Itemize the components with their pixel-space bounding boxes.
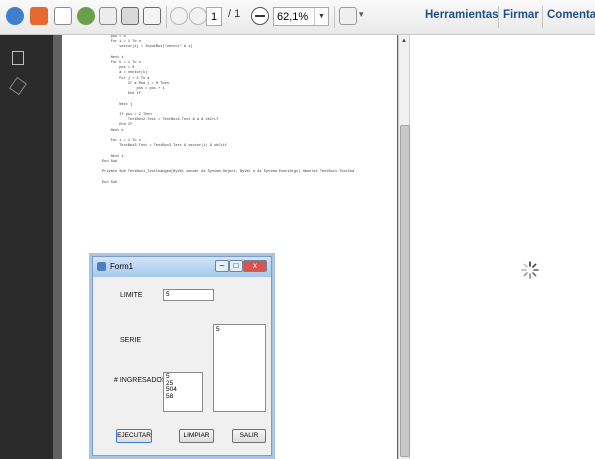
form-title-bar: Form1 – □ x [93, 257, 271, 277]
navigation-rail [0, 35, 53, 459]
scroll-up-icon[interactable]: ▲ [401, 38, 407, 44]
toolbar-menu-icon[interactable]: ▾ [359, 9, 364, 20]
maximize-icon: □ [229, 260, 243, 272]
minimize-icon: – [215, 260, 229, 272]
fit-page-icon[interactable] [339, 7, 357, 25]
tools-pane [411, 35, 595, 459]
form-title: Form1 [110, 262, 134, 271]
limite-label: LIMITE [120, 292, 143, 299]
limpiar-button: LIMPIAR [179, 429, 214, 443]
serie-label: SERIE [120, 337, 142, 344]
page-down-icon[interactable] [189, 7, 207, 25]
loading-spinner-icon [521, 261, 539, 279]
print-icon[interactable] [121, 7, 139, 25]
ingresados-label: # INGRESADOS [114, 377, 167, 384]
create-pdf-icon[interactable] [30, 7, 48, 25]
page-total: / 1 [228, 8, 241, 20]
limite-field: 5 [163, 289, 214, 301]
ejecutar-button: EJECUTAR [116, 429, 152, 443]
code-line: Private Sub TextBox1_TextChanged(ByVal s… [102, 170, 355, 175]
close-icon: x [243, 260, 267, 272]
toolbar: 1 / 1 62,1% ▼ ▾ Herramientas Firmar Come… [0, 0, 595, 35]
form-app-icon [97, 262, 106, 271]
zoom-value: 62,1% [277, 11, 309, 23]
zoom-select[interactable]: 62,1% ▼ [273, 7, 329, 26]
sign-link[interactable]: Firmar [503, 9, 539, 21]
back-icon[interactable] [6, 7, 24, 25]
share-icon[interactable] [77, 7, 95, 25]
page-up-icon[interactable] [170, 7, 188, 25]
tools-link[interactable]: Herramientas [425, 9, 499, 21]
code-line: End Sub [102, 180, 118, 185]
vertical-scrollbar[interactable]: ▲ [398, 35, 410, 459]
page-thumbnails-icon[interactable] [12, 51, 24, 65]
code-listing: pos = 0 For i = 1 To n vector(i) = Input… [102, 35, 354, 186]
comment-link[interactable]: Comentario [547, 9, 595, 21]
form-window-image: Form1 – □ x LIMITE 5 SERIE 5 # INGRESADO… [92, 256, 272, 456]
list-item: 58 [166, 392, 174, 400]
zoom-out-icon[interactable] [251, 7, 269, 25]
chevron-down-icon[interactable]: ▼ [314, 8, 328, 25]
ingresados-list: 5 25 504 58 [163, 372, 203, 412]
save-icon[interactable] [99, 7, 117, 25]
attachment-icon[interactable] [9, 76, 27, 96]
email-icon[interactable] [143, 7, 161, 25]
edit-icon[interactable] [54, 7, 72, 25]
page-number-input[interactable]: 1 [206, 7, 222, 26]
scroll-thumb[interactable] [400, 125, 410, 457]
serie-field: 5 [213, 324, 266, 412]
salir-button: SALIR [232, 429, 266, 443]
